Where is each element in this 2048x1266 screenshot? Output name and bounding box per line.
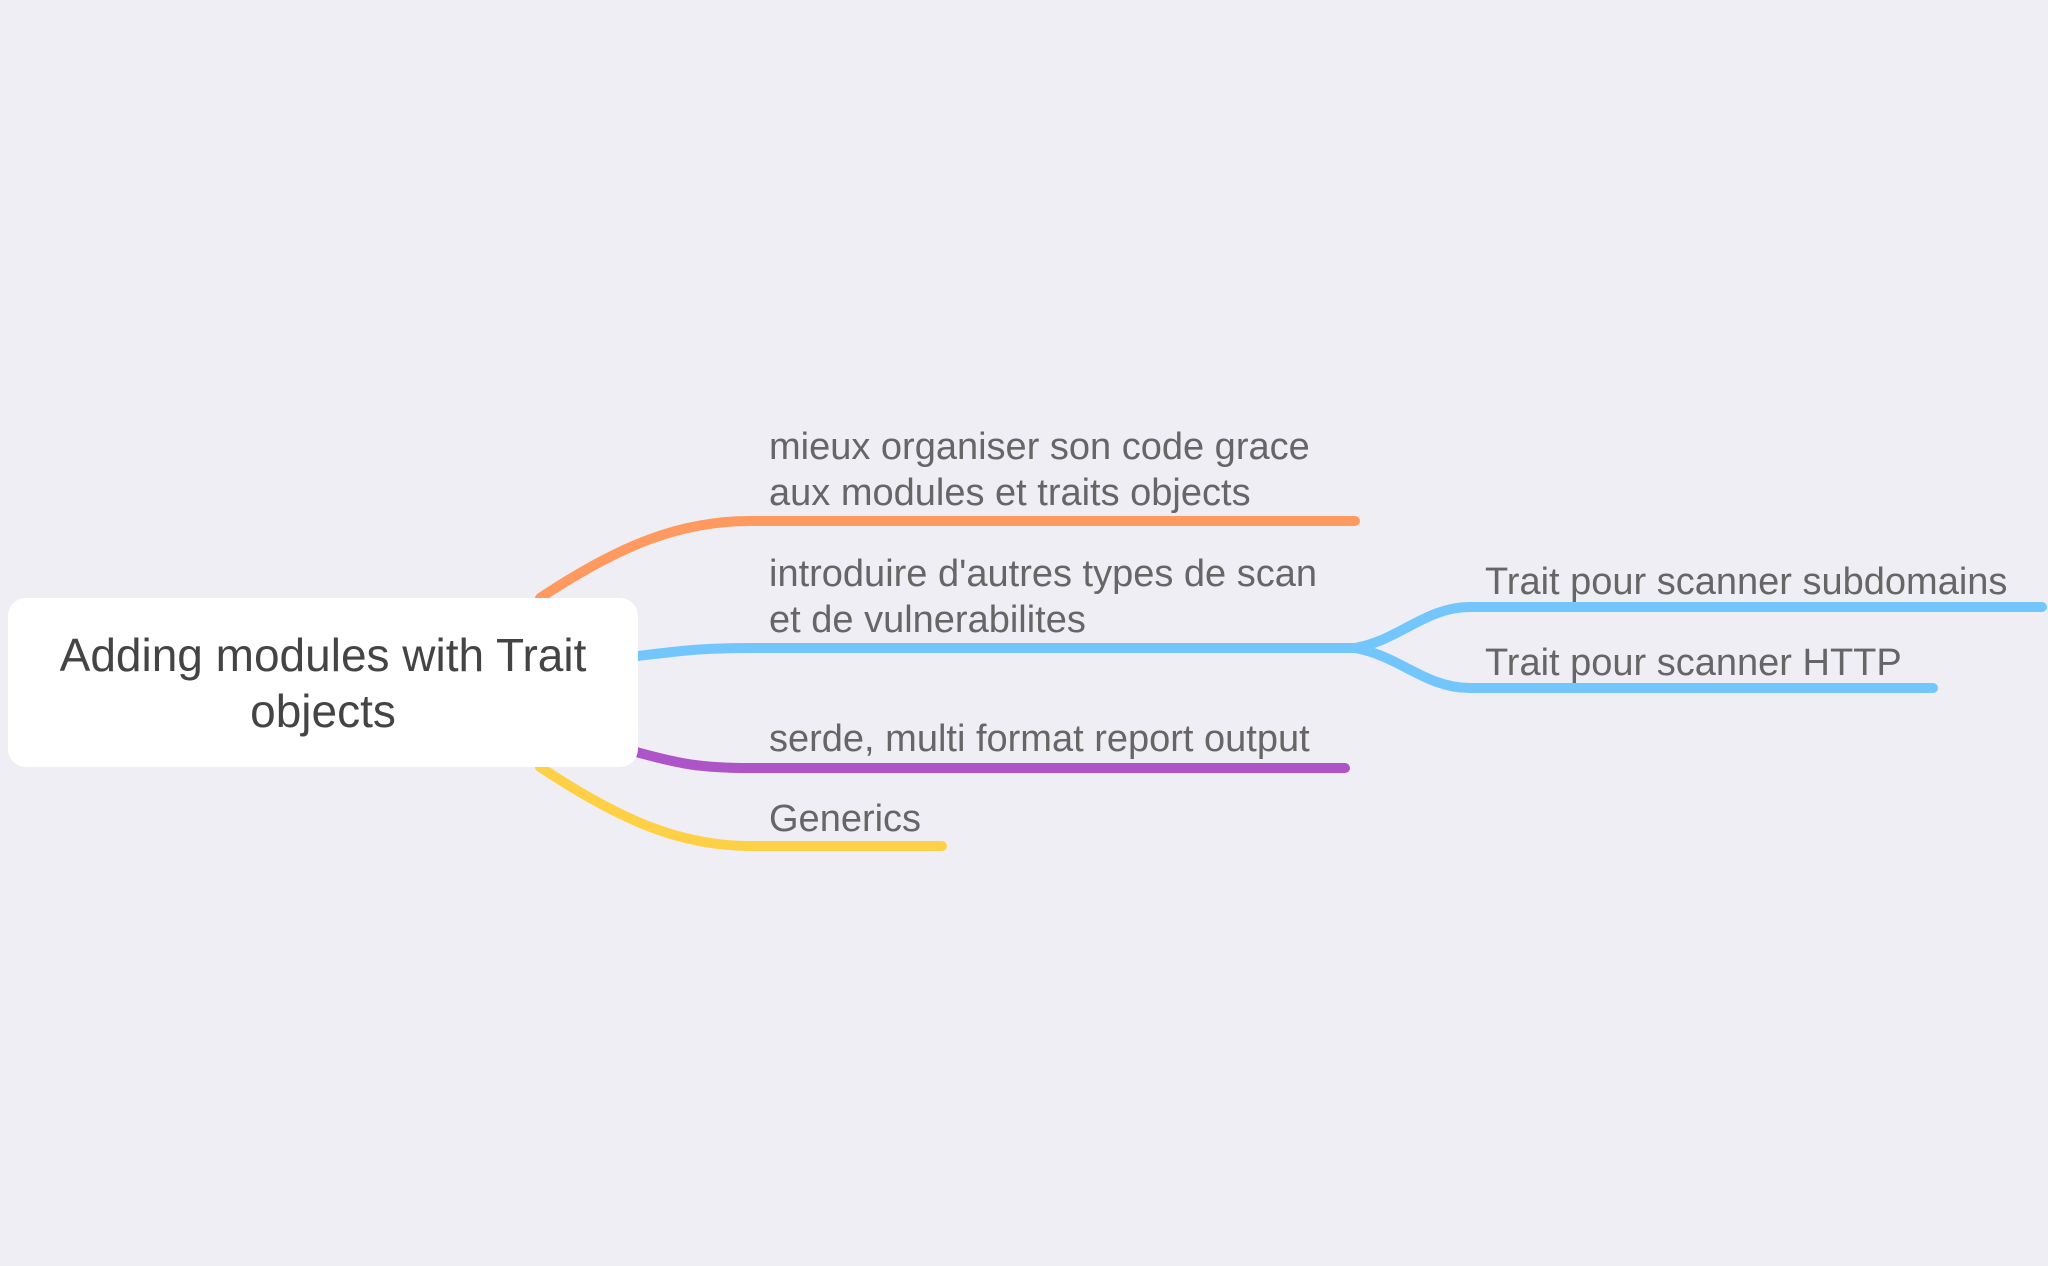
subtopic-http-trait[interactable]: Trait pour scanner HTTP: [1485, 640, 1902, 686]
branch-line-scan-types: [633, 643, 1360, 661]
topic-scan-types-line-2: et de vulnerabilites: [769, 599, 1086, 641]
topic-code-organisation-line-1: mieux organiser son code grace: [769, 426, 1310, 468]
subtopic-subdomains-trait[interactable]: Trait pour scanner subdomains: [1485, 559, 2007, 605]
central-topic-line-1: Adding modules with Trait: [59, 628, 587, 681]
topic-code-organisation-line-2: aux modules et traits objects: [769, 472, 1251, 514]
central-topic[interactable]: Adding modules with Trait objects: [8, 598, 638, 767]
topic-serde-output[interactable]: serde, multi format report output: [769, 716, 1310, 762]
topic-scan-types-line-1: introduire d'autres types de scan: [769, 553, 1318, 595]
topic-code-organisation[interactable]: mieux organiser son code grace aux modul…: [769, 424, 1310, 516]
central-topic-title: Adding modules with Trait objects: [60, 627, 587, 739]
topic-scan-types[interactable]: introduire d'autres types de scan et de …: [769, 551, 1317, 643]
topic-generics[interactable]: Generics: [769, 796, 921, 842]
central-topic-line-2: objects: [250, 684, 396, 737]
